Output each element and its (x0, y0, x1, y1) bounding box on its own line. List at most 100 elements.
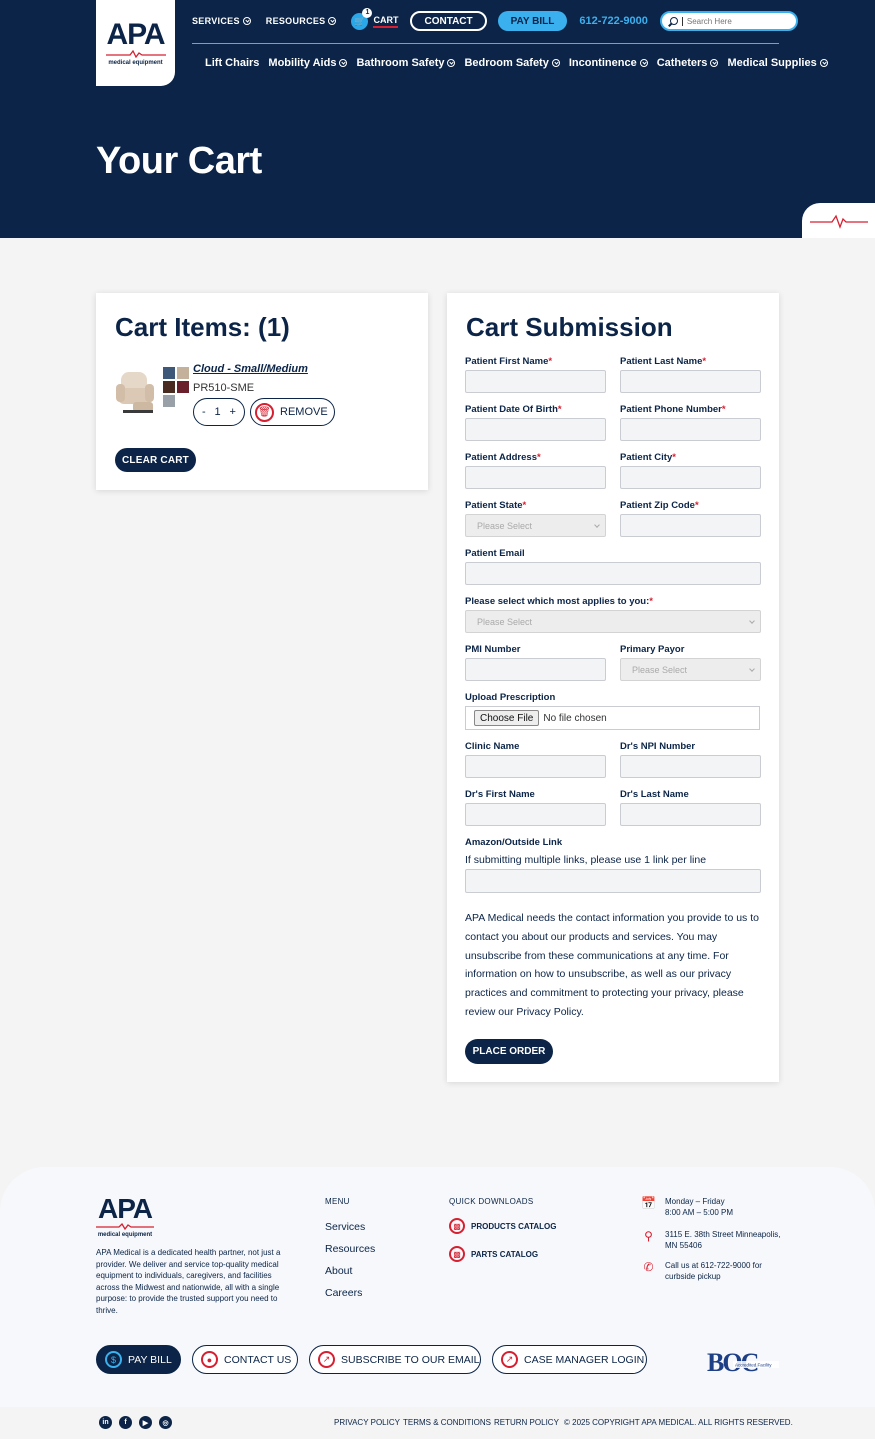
phone-link[interactable]: 612-722-9000 (579, 15, 648, 27)
download-icon: ▩ (449, 1218, 465, 1234)
cart-items-heading: Cart Items: (1) (115, 312, 290, 342)
remove-item-button[interactable]: 🗑 REMOVE (250, 398, 335, 426)
npi-field[interactable] (620, 755, 761, 778)
ekg-line-icon (105, 50, 166, 58)
email-field[interactable] (465, 562, 761, 585)
footer-pay-bill-button[interactable]: $ PAY BILL (96, 1345, 181, 1374)
top-nav-resources[interactable]: RESOURCES (266, 16, 337, 26)
required-mark: * (536, 452, 541, 463)
pay-bill-button[interactable]: PAY BILL (497, 11, 568, 31)
footer-logo[interactable]: APA medical equipment (96, 1195, 154, 1238)
first-name-field[interactable] (465, 370, 606, 393)
nav-bathroom-safety[interactable]: Bathroom Safety (356, 57, 456, 69)
choose-file-button[interactable]: Choose File (474, 710, 540, 726)
pmi-field[interactable] (465, 658, 606, 681)
quantity-increment-button[interactable]: + (230, 406, 236, 418)
products-catalog-link[interactable]: ▩ PRODUCTS CATALOG (449, 1218, 556, 1234)
footer-link-careers[interactable]: Careers (325, 1287, 362, 1299)
nav-bedroom-safety[interactable]: Bedroom Safety (464, 57, 560, 69)
linkedin-icon[interactable]: in (99, 1416, 112, 1429)
zip-field[interactable] (620, 514, 761, 537)
address-field[interactable] (465, 466, 606, 489)
phone-icon: ✆ (643, 1260, 654, 1274)
nav-incontinence[interactable]: Incontinence (569, 57, 648, 69)
last-name-label: Patient Last Name* (620, 356, 706, 367)
nav-label: Bedroom Safety (464, 57, 549, 69)
instagram-icon[interactable]: ◎ (159, 1416, 172, 1429)
clear-cart-button[interactable]: CLEAR CART (115, 448, 196, 472)
amazon-link-textarea[interactable] (465, 869, 761, 893)
payor-select[interactable]: Please Select (620, 658, 761, 681)
dr-first-label: Dr's First Name (465, 789, 535, 800)
nav-mobility-aids[interactable]: Mobility Aids (268, 57, 348, 69)
npi-label: Dr's NPI Number (620, 741, 696, 752)
case-manager-login-button[interactable]: ↗ CASE MANAGER LOGIN (492, 1345, 647, 1374)
file-status: No file chosen (543, 712, 607, 724)
search-icon[interactable] (669, 17, 678, 25)
youtube-icon[interactable]: ▶ (139, 1416, 152, 1429)
facebook-icon[interactable]: f (119, 1416, 132, 1429)
state-select[interactable]: Please Select (465, 514, 606, 537)
top-nav-resources-label: RESOURCES (265, 16, 326, 26)
color-swatch[interactable] (163, 367, 175, 379)
top-nav: SERVICES RESOURCES 🛒 1 CART CONTACT PAY B… (192, 7, 798, 32)
phone-field[interactable] (620, 418, 761, 441)
required-mark: * (548, 356, 553, 367)
nav-label: Medical Supplies (727, 57, 817, 69)
footer-pay-bill-label: PAY BILL (128, 1353, 172, 1366)
nav-label: Mobility Aids (268, 57, 337, 69)
upload-label: Upload Prescription (465, 692, 556, 703)
dob-field[interactable] (465, 418, 606, 441)
color-swatch[interactable] (177, 381, 189, 393)
remove-label: REMOVE (280, 406, 328, 418)
user-icon: ● (201, 1351, 218, 1368)
logo-text: APA (106, 18, 165, 51)
subscribe-email-button[interactable]: ↗ SUBSCRIBE TO OUR EMAIL (309, 1345, 481, 1374)
last-name-field[interactable] (620, 370, 761, 393)
applies-select[interactable]: Please Select (465, 610, 761, 633)
required-mark: * (702, 356, 707, 367)
place-order-button[interactable]: PLACE ORDER (465, 1039, 553, 1064)
cart-item-name[interactable]: Cloud - Small/Medium (193, 363, 308, 375)
cart-item-sku: PR510-SME (193, 382, 255, 394)
dr-last-field[interactable] (620, 803, 761, 826)
quantity-decrement-button[interactable]: - (202, 406, 206, 418)
footer-link-resources[interactable]: Resources (325, 1243, 375, 1255)
footer-address[interactable]: ⚲ 3115 E. 38th Street Minneapolis, MN 554… (641, 1229, 780, 1251)
parts-catalog-link[interactable]: ▩ PARTS CATALOG (449, 1246, 538, 1262)
nav-catheters[interactable]: Catheters (657, 57, 719, 69)
footer-contact-button[interactable]: ● CONTACT US (192, 1345, 298, 1374)
cart-link[interactable]: 🛒 1 CART (351, 7, 399, 30)
city-field[interactable] (620, 466, 761, 489)
return-policy-link[interactable]: RETURN POLICY (494, 1418, 559, 1427)
required-mark: * (522, 500, 527, 511)
terms-link[interactable]: TERMS & CONDITIONS (403, 1418, 491, 1427)
footer-contact-label: CONTACT US (224, 1353, 292, 1366)
cart-icon: 🛒 1 (351, 7, 373, 30)
search-input[interactable] (681, 16, 782, 26)
footer-link-services[interactable]: Services (325, 1221, 365, 1233)
color-swatch[interactable] (163, 381, 175, 393)
dr-last-label: Dr's Last Name (620, 789, 689, 800)
clinic-field[interactable] (465, 755, 606, 778)
top-nav-services[interactable]: SERVICES (192, 16, 251, 26)
chevron-down-icon (328, 17, 337, 25)
footer-downloads-heading: QUICK DOWNLOADS (449, 1197, 534, 1206)
quantity-value[interactable]: 1 (215, 406, 221, 418)
color-swatch[interactable] (163, 395, 175, 407)
footer-logo-text: APA (97, 1193, 153, 1224)
email-label: Patient Email (465, 548, 525, 559)
footer-call[interactable]: ✆ Call us at 612-722-9000 for curbside pi… (641, 1260, 761, 1282)
privacy-policy-link[interactable]: PRIVACY POLICY (334, 1418, 400, 1427)
nav-medical-supplies[interactable]: Medical Supplies (727, 57, 828, 69)
site-logo[interactable]: APA medical equipment (96, 0, 175, 86)
footer-link-about[interactable]: About (325, 1265, 352, 1277)
chevron-down-icon (339, 59, 348, 67)
ekg-line-icon (810, 214, 868, 229)
color-swatch[interactable] (177, 367, 189, 379)
lift-chair-image[interactable] (115, 366, 157, 418)
contact-button[interactable]: CONTACT (410, 11, 487, 31)
dr-first-field[interactable] (465, 803, 606, 826)
cart-items-card: Cart Items: (1) Cloud - Small/Medium PR5… (96, 293, 428, 490)
nav-lift-chairs[interactable]: Lift Chairs (205, 57, 259, 69)
